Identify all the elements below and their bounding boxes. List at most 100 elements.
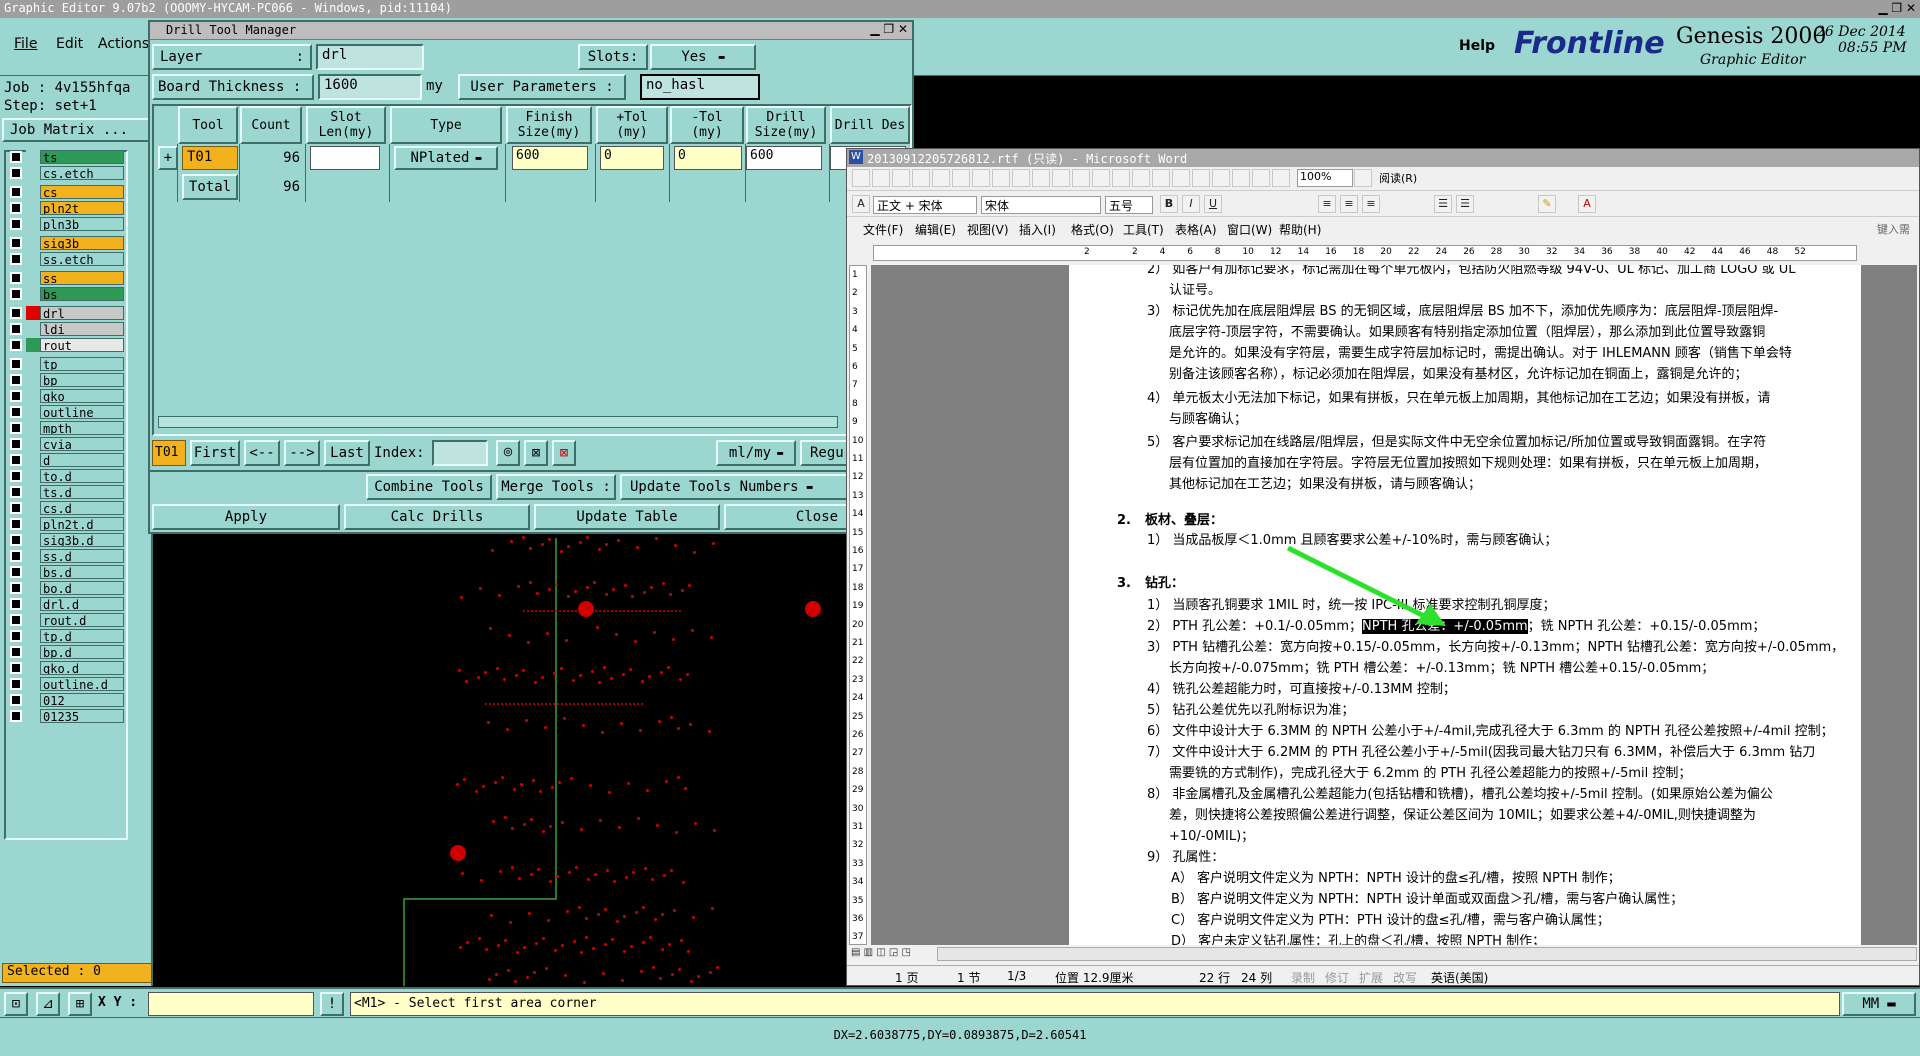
layer-color-swatch[interactable] bbox=[26, 693, 40, 707]
layer-row[interactable]: bp.d bbox=[8, 645, 124, 659]
horizontal-scrollbar[interactable] bbox=[158, 416, 838, 428]
layer-color-swatch[interactable] bbox=[26, 629, 40, 643]
layer-color-swatch[interactable] bbox=[26, 437, 40, 451]
xy-input[interactable] bbox=[148, 992, 314, 1016]
layer-color-swatch[interactable] bbox=[26, 565, 40, 579]
layer-color-swatch[interactable] bbox=[26, 517, 40, 531]
column-header[interactable]: Drill Des bbox=[830, 106, 910, 144]
redo-icon[interactable] bbox=[1132, 169, 1150, 187]
layer-color-swatch[interactable] bbox=[26, 405, 40, 419]
email-icon[interactable] bbox=[932, 169, 950, 187]
layer-checkbox[interactable] bbox=[10, 710, 22, 722]
numbered-list-icon[interactable]: ☰ bbox=[1434, 195, 1452, 213]
print-icon[interactable] bbox=[952, 169, 970, 187]
word-menu-item[interactable]: 文件(F) bbox=[863, 221, 903, 238]
open-icon[interactable] bbox=[872, 169, 890, 187]
align-center-icon[interactable]: ≡ bbox=[1340, 195, 1358, 213]
layer-checkbox[interactable] bbox=[10, 167, 22, 179]
view-buttons[interactable]: ▤ ▥ ◫ ◲ ◳ bbox=[851, 947, 931, 963]
layer-color-swatch[interactable] bbox=[26, 645, 40, 659]
lock-icon[interactable]: ⌾ bbox=[496, 440, 520, 466]
word-menu-item[interactable]: 编辑(E) bbox=[915, 221, 956, 238]
layer-row[interactable]: outline.d bbox=[8, 677, 124, 691]
cut-icon[interactable] bbox=[1032, 169, 1050, 187]
word-menu-item[interactable]: 插入(I) bbox=[1019, 221, 1056, 238]
word-menu-item[interactable]: 视图(V) bbox=[967, 221, 1009, 238]
research-icon[interactable] bbox=[1012, 169, 1030, 187]
prev-button[interactable]: <-- bbox=[244, 440, 280, 466]
layer-checkbox[interactable] bbox=[10, 202, 22, 214]
map-icon[interactable] bbox=[1252, 169, 1270, 187]
last-button[interactable]: Last bbox=[324, 440, 370, 466]
index-field[interactable] bbox=[432, 440, 488, 466]
help-menu[interactable]: Help bbox=[1459, 38, 1495, 54]
layer-color-swatch[interactable] bbox=[26, 271, 40, 285]
layer-checkbox[interactable] bbox=[10, 646, 22, 658]
layer-checkbox[interactable] bbox=[10, 694, 22, 706]
layer-color-swatch[interactable] bbox=[26, 453, 40, 467]
layer-color-swatch[interactable] bbox=[26, 501, 40, 515]
layer-row[interactable]: cvia bbox=[8, 437, 124, 451]
word-menu-item[interactable]: 帮助(H) bbox=[1279, 221, 1321, 238]
layer-row[interactable]: bo.d bbox=[8, 581, 124, 595]
layer-checkbox[interactable] bbox=[10, 470, 22, 482]
menu-edit[interactable]: Edit bbox=[56, 36, 83, 52]
preview-icon[interactable] bbox=[972, 169, 990, 187]
layer-checkbox[interactable] bbox=[10, 550, 22, 562]
layer-row[interactable]: ts.d bbox=[8, 485, 124, 499]
layer-color-swatch[interactable] bbox=[26, 185, 40, 199]
layer-color-swatch[interactable] bbox=[26, 389, 40, 403]
layer-row[interactable]: cs.d bbox=[8, 501, 124, 515]
column-header[interactable]: -Tol (my) bbox=[670, 106, 744, 144]
layer-checkbox[interactable] bbox=[10, 186, 22, 198]
layer-checkbox[interactable] bbox=[10, 454, 22, 466]
layer-color-swatch[interactable] bbox=[26, 236, 40, 250]
layer-row[interactable]: bp bbox=[8, 373, 124, 387]
layer-color-swatch[interactable] bbox=[26, 549, 40, 563]
zoom-select[interactable]: 100% bbox=[1297, 169, 1353, 187]
layer-row[interactable]: 012 bbox=[8, 693, 124, 707]
layer-color-swatch[interactable] bbox=[26, 217, 40, 231]
layer-checkbox[interactable] bbox=[10, 374, 22, 386]
layer-checkbox[interactable] bbox=[10, 272, 22, 284]
layer-color-swatch[interactable] bbox=[26, 306, 40, 320]
layer-checkbox[interactable] bbox=[10, 358, 22, 370]
layer-row[interactable]: cs bbox=[8, 185, 124, 199]
layer-row[interactable]: ts bbox=[8, 150, 124, 164]
permission-icon[interactable] bbox=[912, 169, 930, 187]
slots-select[interactable]: Yes ▬ bbox=[650, 44, 756, 70]
column-header[interactable]: Count bbox=[240, 106, 302, 144]
layer-color-swatch[interactable] bbox=[26, 338, 40, 352]
spell-icon[interactable] bbox=[992, 169, 1010, 187]
layer-checkbox[interactable] bbox=[10, 534, 22, 546]
bold-icon[interactable]: B bbox=[1160, 195, 1178, 213]
layer-row[interactable]: bs bbox=[8, 287, 124, 301]
column-header[interactable]: Tool bbox=[178, 106, 238, 144]
drill-window-controls[interactable]: ▁ ❐ ✕ bbox=[870, 22, 908, 36]
snap-icon[interactable]: ⊞ bbox=[68, 992, 92, 1016]
layer-color-swatch[interactable] bbox=[26, 373, 40, 387]
layer-color-swatch[interactable] bbox=[26, 357, 40, 371]
layer-color-swatch[interactable] bbox=[26, 150, 40, 164]
layer-checkbox[interactable] bbox=[10, 237, 22, 249]
save-icon[interactable] bbox=[892, 169, 910, 187]
word-menu-item[interactable]: 格式(O) bbox=[1071, 221, 1114, 238]
delete-icon[interactable]: ⊠ bbox=[552, 440, 576, 466]
layer-row[interactable]: gko.d bbox=[8, 661, 124, 675]
layer-color-swatch[interactable] bbox=[26, 597, 40, 611]
layer-row[interactable]: pln2t bbox=[8, 201, 124, 215]
layer-checkbox[interactable] bbox=[10, 323, 22, 335]
copy-icon[interactable] bbox=[1052, 169, 1070, 187]
menu-actions[interactable]: Actions bbox=[98, 36, 149, 52]
layer-checkbox[interactable] bbox=[10, 422, 22, 434]
layer-checkbox[interactable] bbox=[10, 406, 22, 418]
layer-color-swatch[interactable] bbox=[26, 485, 40, 499]
update-table-button[interactable]: Update Table bbox=[534, 504, 720, 530]
layer-checkbox[interactable] bbox=[10, 339, 22, 351]
user-params-field[interactable]: no_hasl bbox=[640, 74, 760, 100]
layer-color-swatch[interactable] bbox=[26, 613, 40, 627]
layer-color-swatch[interactable] bbox=[26, 469, 40, 483]
horizontal-ruler[interactable]: 2 2 4 6 8 10 12 14 16 18 20 22 24 26 28 30 32 34 36 38 40 42 4… bbox=[873, 245, 1857, 261]
layer-checkbox[interactable] bbox=[10, 502, 22, 514]
layer-row[interactable]: cs.etch bbox=[8, 166, 124, 180]
